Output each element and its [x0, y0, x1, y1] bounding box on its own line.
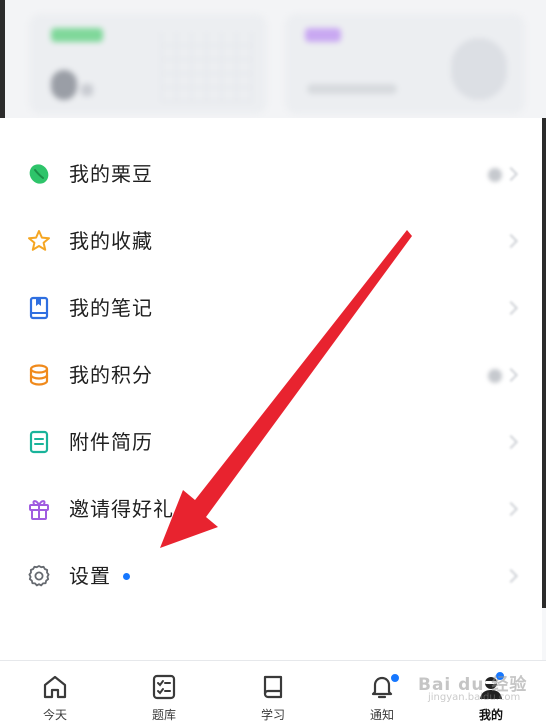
right-edge-strip: [542, 118, 546, 608]
menu-item-label: 我的笔记: [69, 296, 153, 320]
card-tag: [51, 28, 103, 42]
chevron-right-icon: [503, 501, 519, 517]
bean-icon: [29, 164, 49, 184]
chevron-right-icon: [503, 166, 519, 182]
stats-cards-area: [5, 0, 546, 118]
tab-label: 通知: [369, 708, 394, 722]
gear-icon: [28, 565, 50, 587]
menu-item-label: 附件简历: [69, 430, 153, 454]
chevron-right-icon: [503, 434, 519, 450]
shield-decoration-icon: [451, 38, 507, 100]
notebook-icon: [29, 296, 49, 320]
badge-stats-card[interactable]: [285, 14, 525, 114]
coins-icon: [29, 364, 49, 386]
menu-item-label: 邀请得好礼: [69, 497, 174, 521]
resume-icon: [29, 430, 49, 454]
notification-dot: [390, 673, 400, 683]
tab-study[interactable]: 学习: [228, 661, 318, 724]
card-subtitle: [307, 84, 397, 94]
menu-item-my-favorites[interactable]: 我的收藏: [0, 207, 542, 273]
watermark-url: jingyan.baidu.com: [428, 692, 521, 703]
tab-label: 题库: [151, 708, 176, 722]
menu-item-my-notes[interactable]: 我的笔记: [0, 274, 542, 340]
card-tag: [305, 28, 341, 42]
blurred-count: [488, 369, 502, 383]
card-grid-decoration: [161, 32, 253, 102]
tab-today[interactable]: 今天: [10, 661, 100, 724]
menu-item-label: 我的积分: [69, 363, 153, 387]
menu-item-resume[interactable]: 附件简历: [0, 408, 542, 474]
menu-item-label: 我的收藏: [69, 229, 153, 253]
menu-item-settings[interactable]: 设置: [0, 542, 542, 608]
settings-notification-dot: [123, 573, 130, 580]
menu-item-my-beans[interactable]: 我的栗豆: [0, 140, 542, 206]
chevron-right-icon: [503, 568, 519, 584]
gift-icon: [29, 500, 49, 520]
card-value: [51, 70, 77, 100]
chevron-right-icon: [503, 300, 519, 316]
question-bank-icon: [152, 674, 176, 700]
menu-item-invite-gift[interactable]: 邀请得好礼: [0, 475, 542, 541]
menu-item-label: 我的栗豆: [69, 162, 153, 186]
blurred-count: [488, 168, 502, 182]
tab-label: 我的: [478, 708, 503, 722]
chevron-right-icon: [503, 233, 519, 249]
menu-item-my-points[interactable]: 我的积分: [0, 341, 542, 407]
tab-label: 学习: [260, 708, 285, 722]
home-icon: [43, 675, 67, 699]
tab-question-bank[interactable]: 题库: [119, 661, 209, 724]
menu-item-label: 设置: [69, 564, 111, 588]
tab-label: 今天: [42, 708, 67, 722]
profile-menu: 我的栗豆 我的收藏 我的笔记 我的积分 附件简历 邀请得好礼 设置: [0, 118, 542, 660]
card-unit: [81, 84, 93, 96]
bean-stats-card[interactable]: [29, 14, 267, 114]
tab-notifications[interactable]: 通知: [337, 661, 427, 724]
star-icon: [28, 230, 50, 251]
book-icon: [263, 675, 283, 699]
chevron-right-icon: [503, 367, 519, 383]
